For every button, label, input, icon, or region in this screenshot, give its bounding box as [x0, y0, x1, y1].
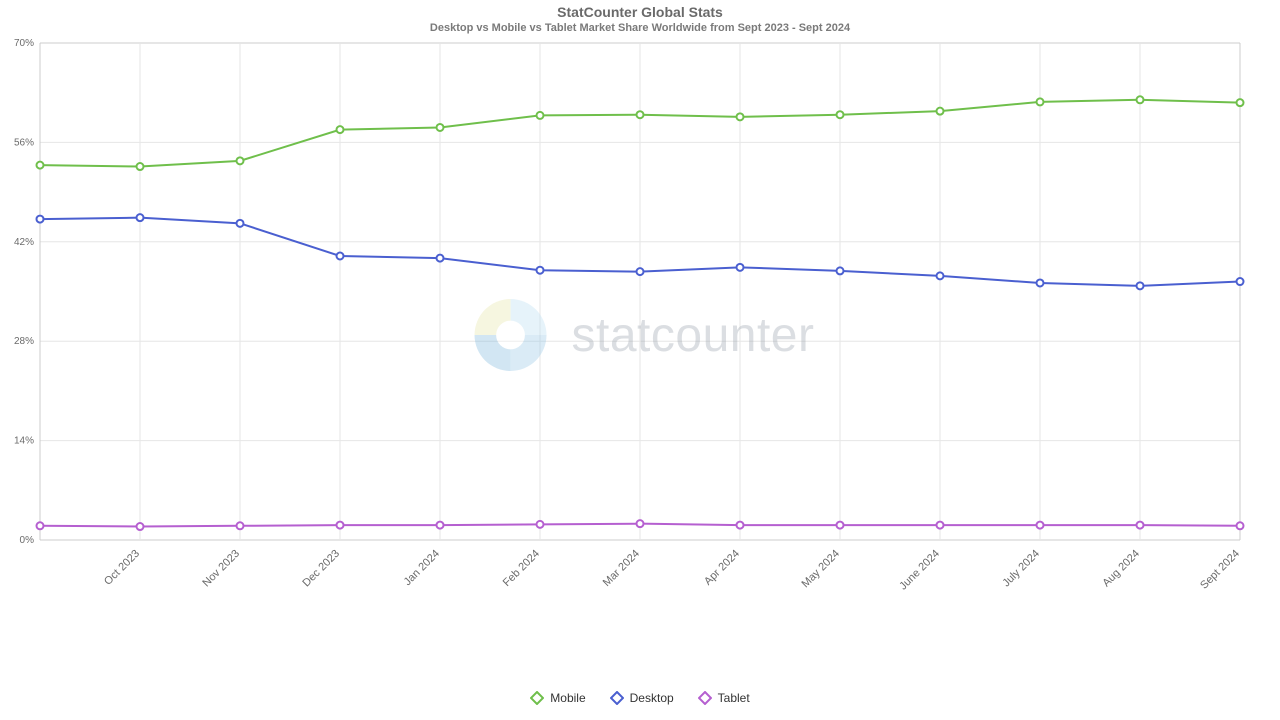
data-point: [137, 163, 144, 170]
data-point: [137, 214, 144, 221]
x-tick-label: Jan 2024: [402, 548, 442, 588]
x-tick-label: Aug 2024: [1100, 548, 1142, 590]
data-point: [1137, 96, 1144, 103]
x-tick-label: May 2024: [799, 548, 842, 591]
data-point: [337, 126, 344, 133]
data-point: [437, 522, 444, 529]
data-point: [737, 264, 744, 271]
data-point: [237, 220, 244, 227]
data-point: [237, 522, 244, 529]
legend-label: Tablet: [718, 691, 750, 705]
data-point: [1137, 522, 1144, 529]
data-point: [637, 520, 644, 527]
x-tick-label: Oct 2023: [102, 548, 142, 588]
line-chart: 0% 14% 28% 42% 56% 70% Oct 2023 Nov 2023 Dec 202…: [0, 35, 1280, 595]
data-point: [1037, 522, 1044, 529]
y-tick-label: 28%: [14, 336, 34, 347]
y-tick-label: 0%: [20, 535, 35, 546]
legend-item-mobile[interactable]: Mobile: [530, 691, 585, 705]
data-point: [1237, 278, 1244, 285]
x-tick-label: July 2024: [1000, 548, 1042, 590]
legend-item-tablet[interactable]: Tablet: [698, 691, 750, 705]
data-point: [837, 522, 844, 529]
data-point: [937, 522, 944, 529]
data-point: [237, 157, 244, 164]
legend-marker-icon: [698, 691, 712, 705]
legend-label: Mobile: [550, 691, 585, 705]
plot-area: statcounter 0%14%28%42%56%70%Oct 2023Nov…: [0, 35, 1280, 635]
data-point: [637, 268, 644, 275]
legend-label: Desktop: [630, 691, 674, 705]
data-point: [737, 113, 744, 120]
legend-marker-icon: [610, 691, 624, 705]
y-tick-label: 70%: [14, 38, 34, 49]
data-point: [837, 267, 844, 274]
data-point: [537, 112, 544, 119]
legend-item-desktop[interactable]: Desktop: [610, 691, 674, 705]
data-point: [337, 253, 344, 260]
data-point: [137, 523, 144, 530]
chart-subtitle: Desktop vs Mobile vs Tablet Market Share…: [0, 22, 1280, 34]
y-tick-label: 14%: [14, 436, 34, 447]
data-point: [837, 111, 844, 118]
data-point: [1237, 522, 1244, 529]
x-tick-label: June 2024: [897, 548, 942, 593]
data-point: [1037, 279, 1044, 286]
legend-marker-icon: [530, 691, 544, 705]
data-point: [537, 267, 544, 274]
data-point: [37, 162, 44, 169]
data-point: [937, 108, 944, 115]
y-tick-label: 56%: [14, 137, 34, 148]
data-point: [37, 216, 44, 223]
x-tick-label: Mar 2024: [601, 548, 642, 589]
x-tick-label: Apr 2024: [702, 548, 742, 588]
data-point: [737, 522, 744, 529]
data-point: [337, 522, 344, 529]
data-point: [37, 522, 44, 529]
x-tick-label: Sept 2024: [1198, 548, 1242, 592]
x-tick-label: Feb 2024: [501, 548, 542, 589]
data-point: [537, 521, 544, 528]
data-point: [937, 272, 944, 279]
data-point: [1037, 98, 1044, 105]
x-tick-label: Nov 2023: [200, 548, 242, 590]
legend: Mobile Desktop Tablet: [0, 691, 1280, 708]
data-point: [437, 124, 444, 131]
data-point: [1237, 99, 1244, 106]
data-point: [437, 255, 444, 262]
x-tick-label: Dec 2023: [300, 548, 342, 590]
chart-title: StatCounter Global Stats: [0, 4, 1280, 20]
y-tick-label: 42%: [14, 237, 34, 248]
data-point: [637, 111, 644, 118]
data-point: [1137, 282, 1144, 289]
